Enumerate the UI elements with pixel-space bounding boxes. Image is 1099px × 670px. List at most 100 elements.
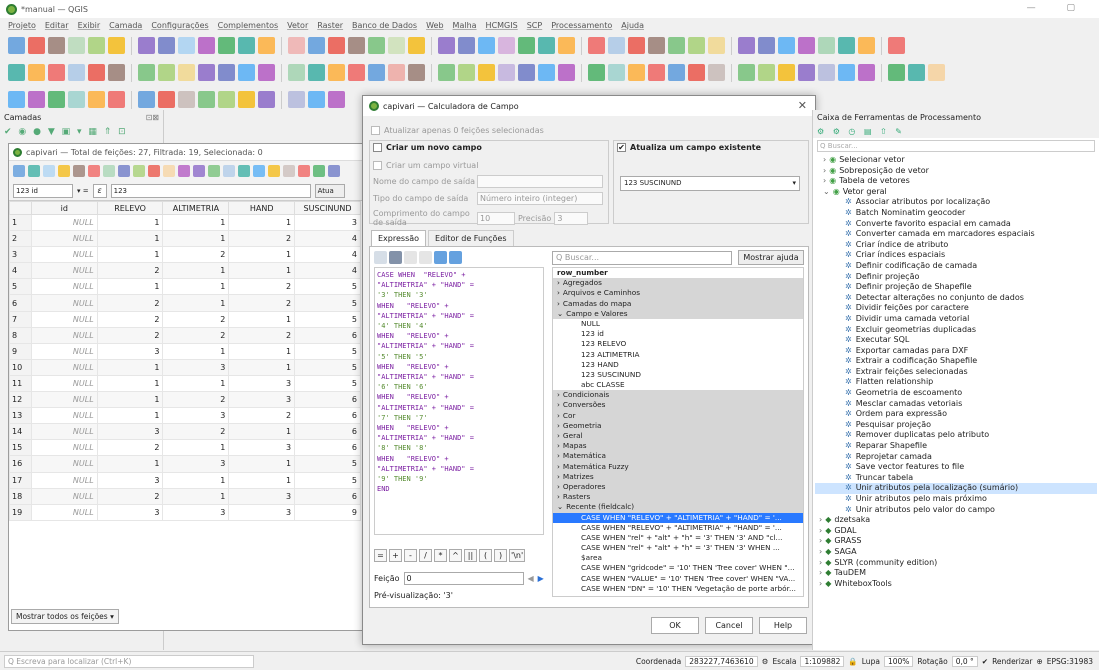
table-row[interactable]: 11 NULL 1 1 3 5 <box>9 374 361 393</box>
tool-icon[interactable] <box>368 37 385 54</box>
existing-field-select[interactable]: 123 SUSCINUND ▾ <box>620 176 800 191</box>
table-row[interactable]: 19 NULL 3 3 3 9 <box>9 503 361 521</box>
toolbox-toolbar[interactable]: ⚙ ⚙ ◷ ▤ ⇧ ✎ <box>813 125 1099 138</box>
tool-icon[interactable] <box>258 91 275 108</box>
column-header[interactable]: HAND <box>228 201 296 215</box>
tool-icon[interactable] <box>738 64 755 81</box>
toolbox-item[interactable]: ✲ Reparar Shapefile <box>815 441 1097 452</box>
tool-icon[interactable] <box>88 165 100 177</box>
toolbox-item[interactable]: ✲ Criar índice de atributo <box>815 240 1097 251</box>
tool-icon[interactable] <box>58 165 70 177</box>
menu-item[interactable]: Exibir <box>78 21 101 30</box>
row-number[interactable]: 18 <box>9 487 32 505</box>
menu-item[interactable]: Complementos <box>218 21 278 30</box>
window-controls[interactable]: — ▢ <box>1027 3 1089 13</box>
tool-icon[interactable] <box>148 165 160 177</box>
tool-icon[interactable] <box>858 37 875 54</box>
magnifier-input[interactable]: 100% <box>883 655 914 667</box>
toolbox-search-input[interactable]: Q Buscar... <box>817 140 1095 152</box>
function-tree-item[interactable]: $area <box>553 553 803 563</box>
tool-icon[interactable] <box>888 64 905 81</box>
function-tree-item[interactable]: 123 ALTIMETRIA <box>553 350 803 360</box>
toolbox-item[interactable]: ✲ Mesclar camadas vetoriais <box>815 399 1097 410</box>
table-row[interactable]: 1 NULL 1 1 1 3 <box>9 213 361 232</box>
tool-icon[interactable] <box>48 91 65 108</box>
precision-input[interactable]: 3 <box>554 211 589 225</box>
tool-icon[interactable] <box>588 64 605 81</box>
update-all-button[interactable]: Atua <box>314 183 345 198</box>
function-tree-item[interactable]: ⌄ Campo e Valores <box>553 308 803 319</box>
table-row[interactable]: 16 NULL 1 3 1 5 <box>9 455 361 473</box>
toolbox-item[interactable]: ✲ Associar atributos por localização <box>815 197 1097 208</box>
function-tree-item[interactable]: 123 id <box>553 329 803 339</box>
tool-icon[interactable] <box>438 37 455 54</box>
toolbox-item[interactable]: › ◆ SAGA <box>815 547 1097 558</box>
ok-button[interactable]: OK <box>651 617 699 634</box>
column-header[interactable]: RELEVO <box>96 201 164 215</box>
output-type-select[interactable]: Número inteiro (integer) <box>477 192 603 205</box>
toolbox-item[interactable]: ✲ Dividir uma camada vetorial <box>815 314 1097 325</box>
row-number[interactable]: 6 <box>9 294 32 312</box>
feature-select[interactable]: 0 <box>403 572 524 585</box>
tool-icon[interactable] <box>138 64 155 81</box>
tool-icon[interactable] <box>13 165 25 177</box>
tool-icon[interactable] <box>178 37 195 54</box>
tool-icon[interactable] <box>48 37 65 54</box>
table-row[interactable]: 3 NULL 1 2 1 4 <box>9 246 361 264</box>
column-header[interactable]: id <box>30 201 98 215</box>
export-icon[interactable] <box>449 251 462 264</box>
virtual-field-checkbox[interactable] <box>373 161 382 170</box>
import-icon[interactable] <box>434 251 447 264</box>
delete-icon[interactable] <box>419 251 432 264</box>
tool-icon[interactable] <box>308 91 325 108</box>
tool-icon[interactable] <box>758 37 775 54</box>
tool-icon[interactable] <box>308 64 325 81</box>
tool-icon[interactable] <box>608 64 625 81</box>
tool-icon[interactable] <box>68 64 85 81</box>
tool-icon[interactable] <box>858 64 875 81</box>
tool-icon[interactable] <box>178 64 195 81</box>
function-tree-item[interactable]: CASE WHEN "rel" + "alt" + "h" = '3' THEN… <box>553 533 803 543</box>
tool-icon[interactable] <box>738 37 755 54</box>
menu-item[interactable]: Web <box>426 21 443 30</box>
update-selected-checkbox[interactable] <box>371 126 380 135</box>
toolbox-item[interactable]: ✲ Detectar alterações no conjunto de dado… <box>815 293 1097 304</box>
tool-icon[interactable] <box>68 91 85 108</box>
tool-icon[interactable] <box>8 64 25 81</box>
toolbox-item[interactable]: ✲ Extrair a codificação Shapefile <box>815 356 1097 367</box>
tool-icon[interactable] <box>708 37 725 54</box>
expression-icon[interactable]: ε <box>92 183 107 198</box>
tool-icon[interactable] <box>8 91 25 108</box>
function-tree-item[interactable]: › Arquivos e Caminhos <box>553 288 803 299</box>
menu-item[interactable]: SCP <box>527 21 543 30</box>
tool-icon[interactable] <box>888 37 905 54</box>
operator-button[interactable]: ( <box>479 549 492 562</box>
function-tree-item[interactable]: › Matemática Fuzzy <box>553 461 803 472</box>
row-number[interactable]: 19 <box>9 503 32 521</box>
tool-icon[interactable] <box>368 64 385 81</box>
toolbox-item[interactable]: ⌄ ◉ Vetor geral <box>815 187 1097 198</box>
expression-editor[interactable]: CASE WHEN "RELEVO" + "ALTIMETRIA" + "HAND… <box>374 267 544 535</box>
tool-icon[interactable] <box>103 165 115 177</box>
table-row[interactable]: 17 NULL 3 1 1 5 <box>9 471 361 489</box>
tool-icon[interactable] <box>258 37 275 54</box>
menu-item[interactable]: Banco de Dados <box>352 21 417 30</box>
tool-icon[interactable] <box>328 37 345 54</box>
tool-icon[interactable] <box>298 165 310 177</box>
show-help-button[interactable]: Mostrar ajuda <box>738 250 804 265</box>
menu-item[interactable]: Ajuda <box>621 21 644 30</box>
update-value-input[interactable]: 123 <box>110 183 311 198</box>
function-tree-item[interactable]: CASE WHEN "DN" = '10' THEN 'Vegetação de… <box>553 584 803 594</box>
row-number[interactable]: 4 <box>9 262 32 280</box>
menu-item[interactable]: Projeto <box>8 21 36 30</box>
tab-function-editor[interactable]: Editor de Funções <box>428 230 514 246</box>
tool-icon[interactable] <box>558 64 575 81</box>
tool-icon[interactable] <box>28 165 40 177</box>
toolbox-item[interactable]: › ◆ dzetsaka <box>815 515 1097 526</box>
tool-icon[interactable] <box>778 64 795 81</box>
row-number[interactable]: 12 <box>9 391 32 409</box>
tool-icon[interactable] <box>758 64 775 81</box>
tool-icon[interactable] <box>288 64 305 81</box>
tool-icon[interactable] <box>268 165 280 177</box>
layers-toolbar[interactable]: ✔ ◉ ● ▼ ▣ ▾ ▦ ⇑ ⊡ <box>0 125 163 139</box>
